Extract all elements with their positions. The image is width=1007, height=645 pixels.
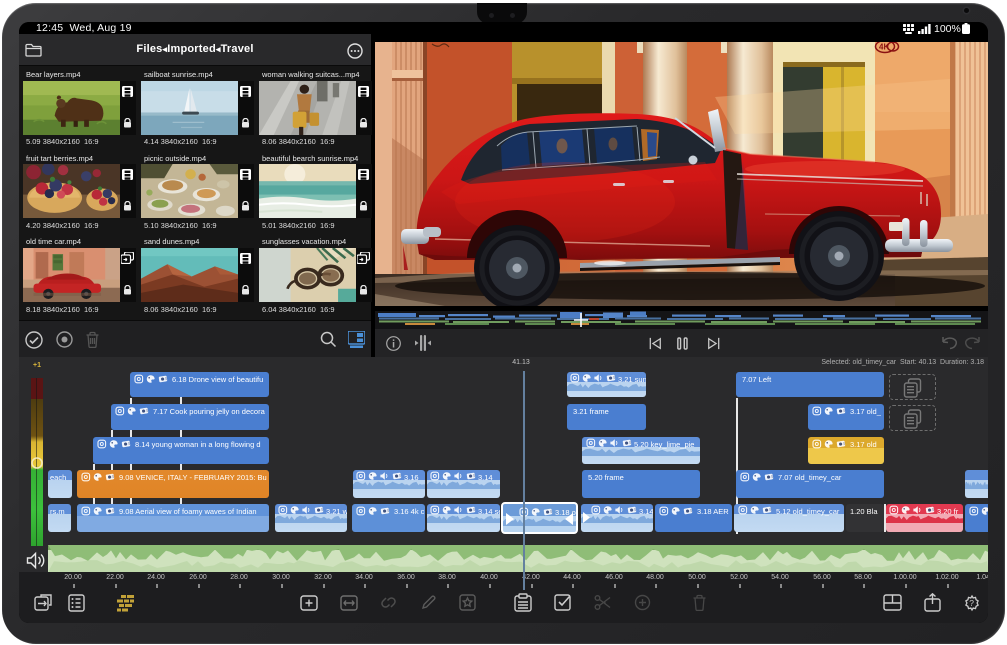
svg-text:?: ?	[969, 598, 974, 608]
svg-text:4K: 4K	[879, 43, 889, 52]
